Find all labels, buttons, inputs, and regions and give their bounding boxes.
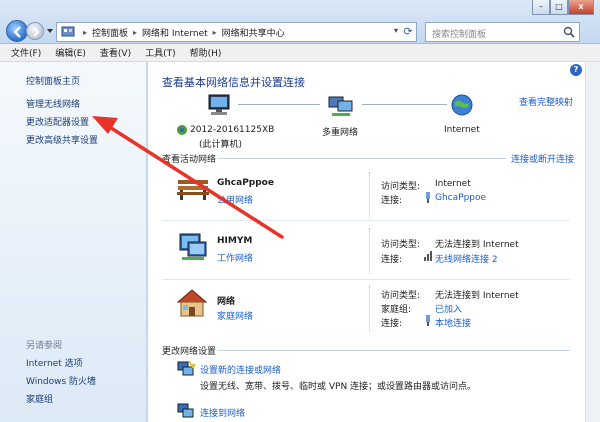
connection-link[interactable]: 无线网络连接 2 — [435, 252, 498, 265]
access-type-value: Internet — [435, 179, 471, 189]
breadcrumb-control-panel[interactable]: 控制面板 — [92, 26, 128, 39]
back-button[interactable] — [6, 20, 28, 42]
page-title: 查看基本网络信息并设置连接 — [162, 76, 305, 89]
maximize-button[interactable]: □ — [550, 0, 568, 15]
breadcrumb-separator: ▸ — [212, 27, 217, 37]
breadcrumb[interactable]: ▸ 控制面板 ▸ 网络和 Internet ▸ 网络和共享中心 ▾ — [56, 22, 417, 42]
refresh-icon[interactable]: ⟳ — [400, 24, 416, 40]
search-placeholder: 搜索控制面板 — [432, 30, 487, 40]
breadcrumb-separator: ▸ — [133, 27, 138, 37]
vertical-scrollbar[interactable] — [585, 62, 600, 422]
sidebar-item-control-panel-home[interactable]: 控制面板主页 — [26, 74, 80, 87]
row-divider — [162, 220, 570, 221]
network-name: HIMYM — [217, 236, 253, 246]
section-divider — [218, 350, 570, 351]
minimize-button[interactable]: – — [532, 0, 550, 15]
map-connector-line — [238, 104, 320, 105]
globe-icon — [451, 94, 473, 116]
active-networks-heading: 查看活动网络 — [162, 155, 217, 165]
new-connection-icon — [177, 360, 195, 376]
park-bench-icon — [177, 180, 209, 200]
window-controls: – □ x — [532, 0, 594, 16]
internet-label: Internet — [444, 125, 480, 135]
connect-to-network-link[interactable]: 连接到网络 — [200, 406, 245, 419]
connection-icon — [426, 315, 430, 326]
network-name: GhcaPppoe — [217, 178, 274, 188]
sidebar-item-manage-wireless[interactable]: 管理无线网络 — [26, 97, 80, 110]
menu-tools[interactable]: 工具(T) — [145, 46, 176, 59]
control-panel-icon — [61, 26, 75, 37]
connection-label: 连接: — [381, 196, 403, 206]
computer-small-icon — [177, 125, 187, 135]
breadcrumb-network-internet[interactable]: 网络和 Internet — [142, 26, 208, 39]
computer-name-label: 2012-20161125XB — [190, 125, 275, 135]
change-settings-heading: 更改网络设置 — [162, 347, 217, 357]
network-type-link[interactable]: 工作网络 — [217, 251, 253, 264]
homegroup-link[interactable]: 已加入 — [435, 302, 462, 315]
breadcrumb-network-center[interactable]: 网络和共享中心 — [222, 26, 285, 39]
access-type-value: 无法连接到 Internet — [435, 291, 519, 301]
setup-connection-link[interactable]: 设置新的连接或网络 — [200, 363, 281, 376]
address-bar: ▸ 控制面板 ▸ 网络和 Internet ▸ 网络和共享中心 ▾ ⟳ 搜索控制… — [0, 0, 600, 44]
work-network-icon — [179, 233, 207, 260]
connection-label: 连接: — [381, 255, 403, 265]
access-type-value: 无法连接到 Internet — [435, 240, 519, 250]
help-icon[interactable]: ? — [570, 64, 582, 76]
search-input[interactable]: 搜索控制面板 — [425, 22, 580, 42]
access-type-label: 访问类型: — [381, 240, 421, 250]
multiple-networks-label: 多重网络 — [322, 128, 359, 138]
menu-file[interactable]: 文件(F) — [11, 46, 41, 59]
access-type-label: 访问类型: — [381, 291, 421, 301]
multiple-networks-icon — [328, 96, 353, 116]
column-divider — [369, 228, 370, 274]
connection-link[interactable]: 本地连接 — [435, 316, 471, 329]
network-name: 网络 — [217, 297, 236, 307]
menu-view[interactable]: 查看(V) — [100, 46, 131, 59]
access-type-label: 访问类型: — [381, 182, 421, 192]
menu-bar: 文件(F) 编辑(E) 查看(V) 工具(T) 帮助(H) — [0, 44, 600, 62]
forward-arrow-icon — [33, 27, 40, 37]
network-type-link[interactable]: 公用网络 — [217, 193, 253, 206]
close-button[interactable]: x — [568, 0, 594, 15]
map-connector-line — [362, 104, 447, 105]
setup-connection-desc: 设置无线、宽带、拨号、临时或 VPN 连接；或设置路由器或访问点。 — [200, 382, 477, 392]
connection-icon — [426, 192, 430, 203]
this-computer-label: (此计算机) — [199, 140, 243, 150]
connection-link[interactable]: GhcaPppoe — [435, 193, 486, 203]
connect-network-icon — [177, 403, 194, 418]
network-type-link[interactable]: 家庭网络 — [217, 309, 253, 322]
sidebar-item-homegroup[interactable]: 家庭组 — [26, 392, 53, 405]
see-also-title: 另请参阅 — [26, 341, 63, 351]
forward-button[interactable] — [26, 22, 44, 40]
search-icon[interactable] — [563, 26, 575, 38]
breadcrumb-separator: ▸ — [83, 27, 88, 37]
menu-help[interactable]: 帮助(H) — [190, 46, 222, 59]
connection-label: 连接: — [381, 319, 403, 329]
sidebar-item-firewall[interactable]: Windows 防火墙 — [26, 374, 96, 387]
history-dropdown-icon[interactable] — [46, 27, 54, 35]
sidebar-item-internet-options[interactable]: Internet 选项 — [26, 356, 83, 369]
connect-disconnect-link[interactable]: 连接或断开连接 — [511, 152, 574, 165]
view-full-map-link[interactable]: 查看完整映射 — [519, 95, 573, 108]
column-divider — [369, 286, 370, 332]
sidebar-item-change-adapter[interactable]: 更改适配器设置 — [26, 115, 89, 128]
column-divider — [369, 172, 370, 218]
homegroup-label: 家庭组: — [381, 305, 412, 315]
address-dropdown-icon[interactable]: ▾ — [394, 26, 398, 35]
sidebar: 控制面板主页 管理无线网络 更改适配器设置 更改高级共享设置 另请参阅 Inte… — [0, 62, 147, 422]
home-network-icon — [176, 289, 208, 317]
wireless-bars-icon — [424, 251, 432, 261]
sidebar-item-advanced-sharing[interactable]: 更改高级共享设置 — [26, 133, 98, 146]
computer-icon — [208, 94, 230, 115]
menu-edit[interactable]: 编辑(E) — [55, 46, 86, 59]
row-divider — [162, 279, 570, 280]
section-divider — [218, 158, 506, 159]
